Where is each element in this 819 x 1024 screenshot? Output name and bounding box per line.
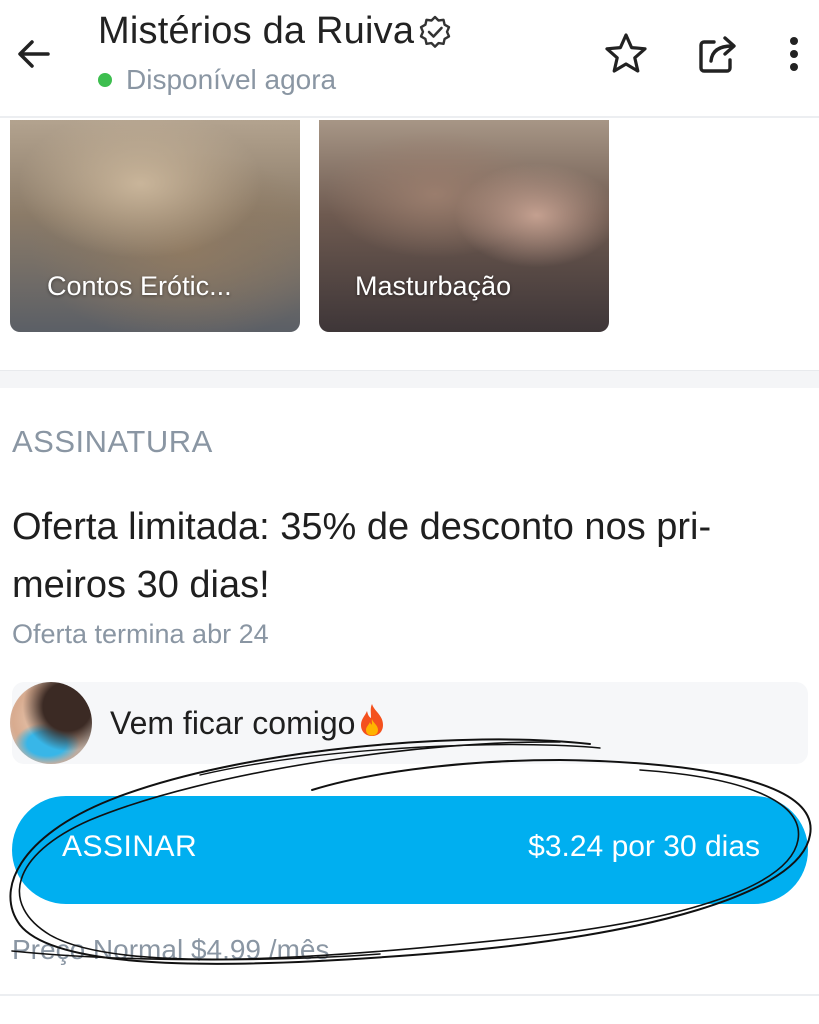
- share-icon: [699, 36, 736, 73]
- section-divider: [0, 370, 819, 388]
- media-tile-label: Masturbação: [355, 271, 512, 301]
- regular-price: Preço Normal $4.99 /mês: [12, 934, 330, 965]
- back-button[interactable]: [10, 30, 58, 78]
- divider: [0, 994, 819, 996]
- page-title: Mistérios da Ruiva: [98, 10, 415, 52]
- more-vertical-icon: [790, 37, 798, 71]
- subscribe-label: ASSINAR: [62, 830, 198, 863]
- subscribe-button[interactable]: ASSINAR $3.24 por 30 dias: [12, 796, 808, 904]
- media-tile[interactable]: Masturbação: [319, 120, 609, 332]
- creator-message-text: Vem ficar comigo: [110, 705, 356, 741]
- online-dot: [98, 73, 112, 87]
- top-bar: Mistérios da Ruiva Disponível agora: [0, 0, 819, 118]
- status-text: Disponível agora: [126, 64, 337, 95]
- availability-status: Disponível agora: [98, 64, 336, 96]
- more-options-button[interactable]: [772, 28, 816, 80]
- fire-emoji-icon: [357, 702, 387, 746]
- title-row: Mistérios da Ruiva: [98, 10, 454, 53]
- favorite-button[interactable]: [600, 28, 652, 80]
- subscribe-price: $3.24 por 30 dias: [528, 830, 760, 863]
- back-arrow-icon: [18, 40, 50, 68]
- star-icon: [605, 33, 647, 73]
- section-heading: ASSINATURA: [12, 424, 213, 459]
- verified-badge-icon: [418, 14, 454, 50]
- offer-title: Oferta limitada: 35% de desconto nos pri…: [12, 506, 712, 606]
- avatar[interactable]: [10, 682, 92, 764]
- creator-message: Vem ficar comigo: [110, 702, 387, 746]
- media-tile[interactable]: Contos Erótic...: [10, 120, 300, 332]
- offer-end-date: Oferta termina abr 24: [12, 619, 269, 649]
- share-button[interactable]: [692, 28, 744, 80]
- media-tile-label: Contos Erótic...: [47, 271, 232, 301]
